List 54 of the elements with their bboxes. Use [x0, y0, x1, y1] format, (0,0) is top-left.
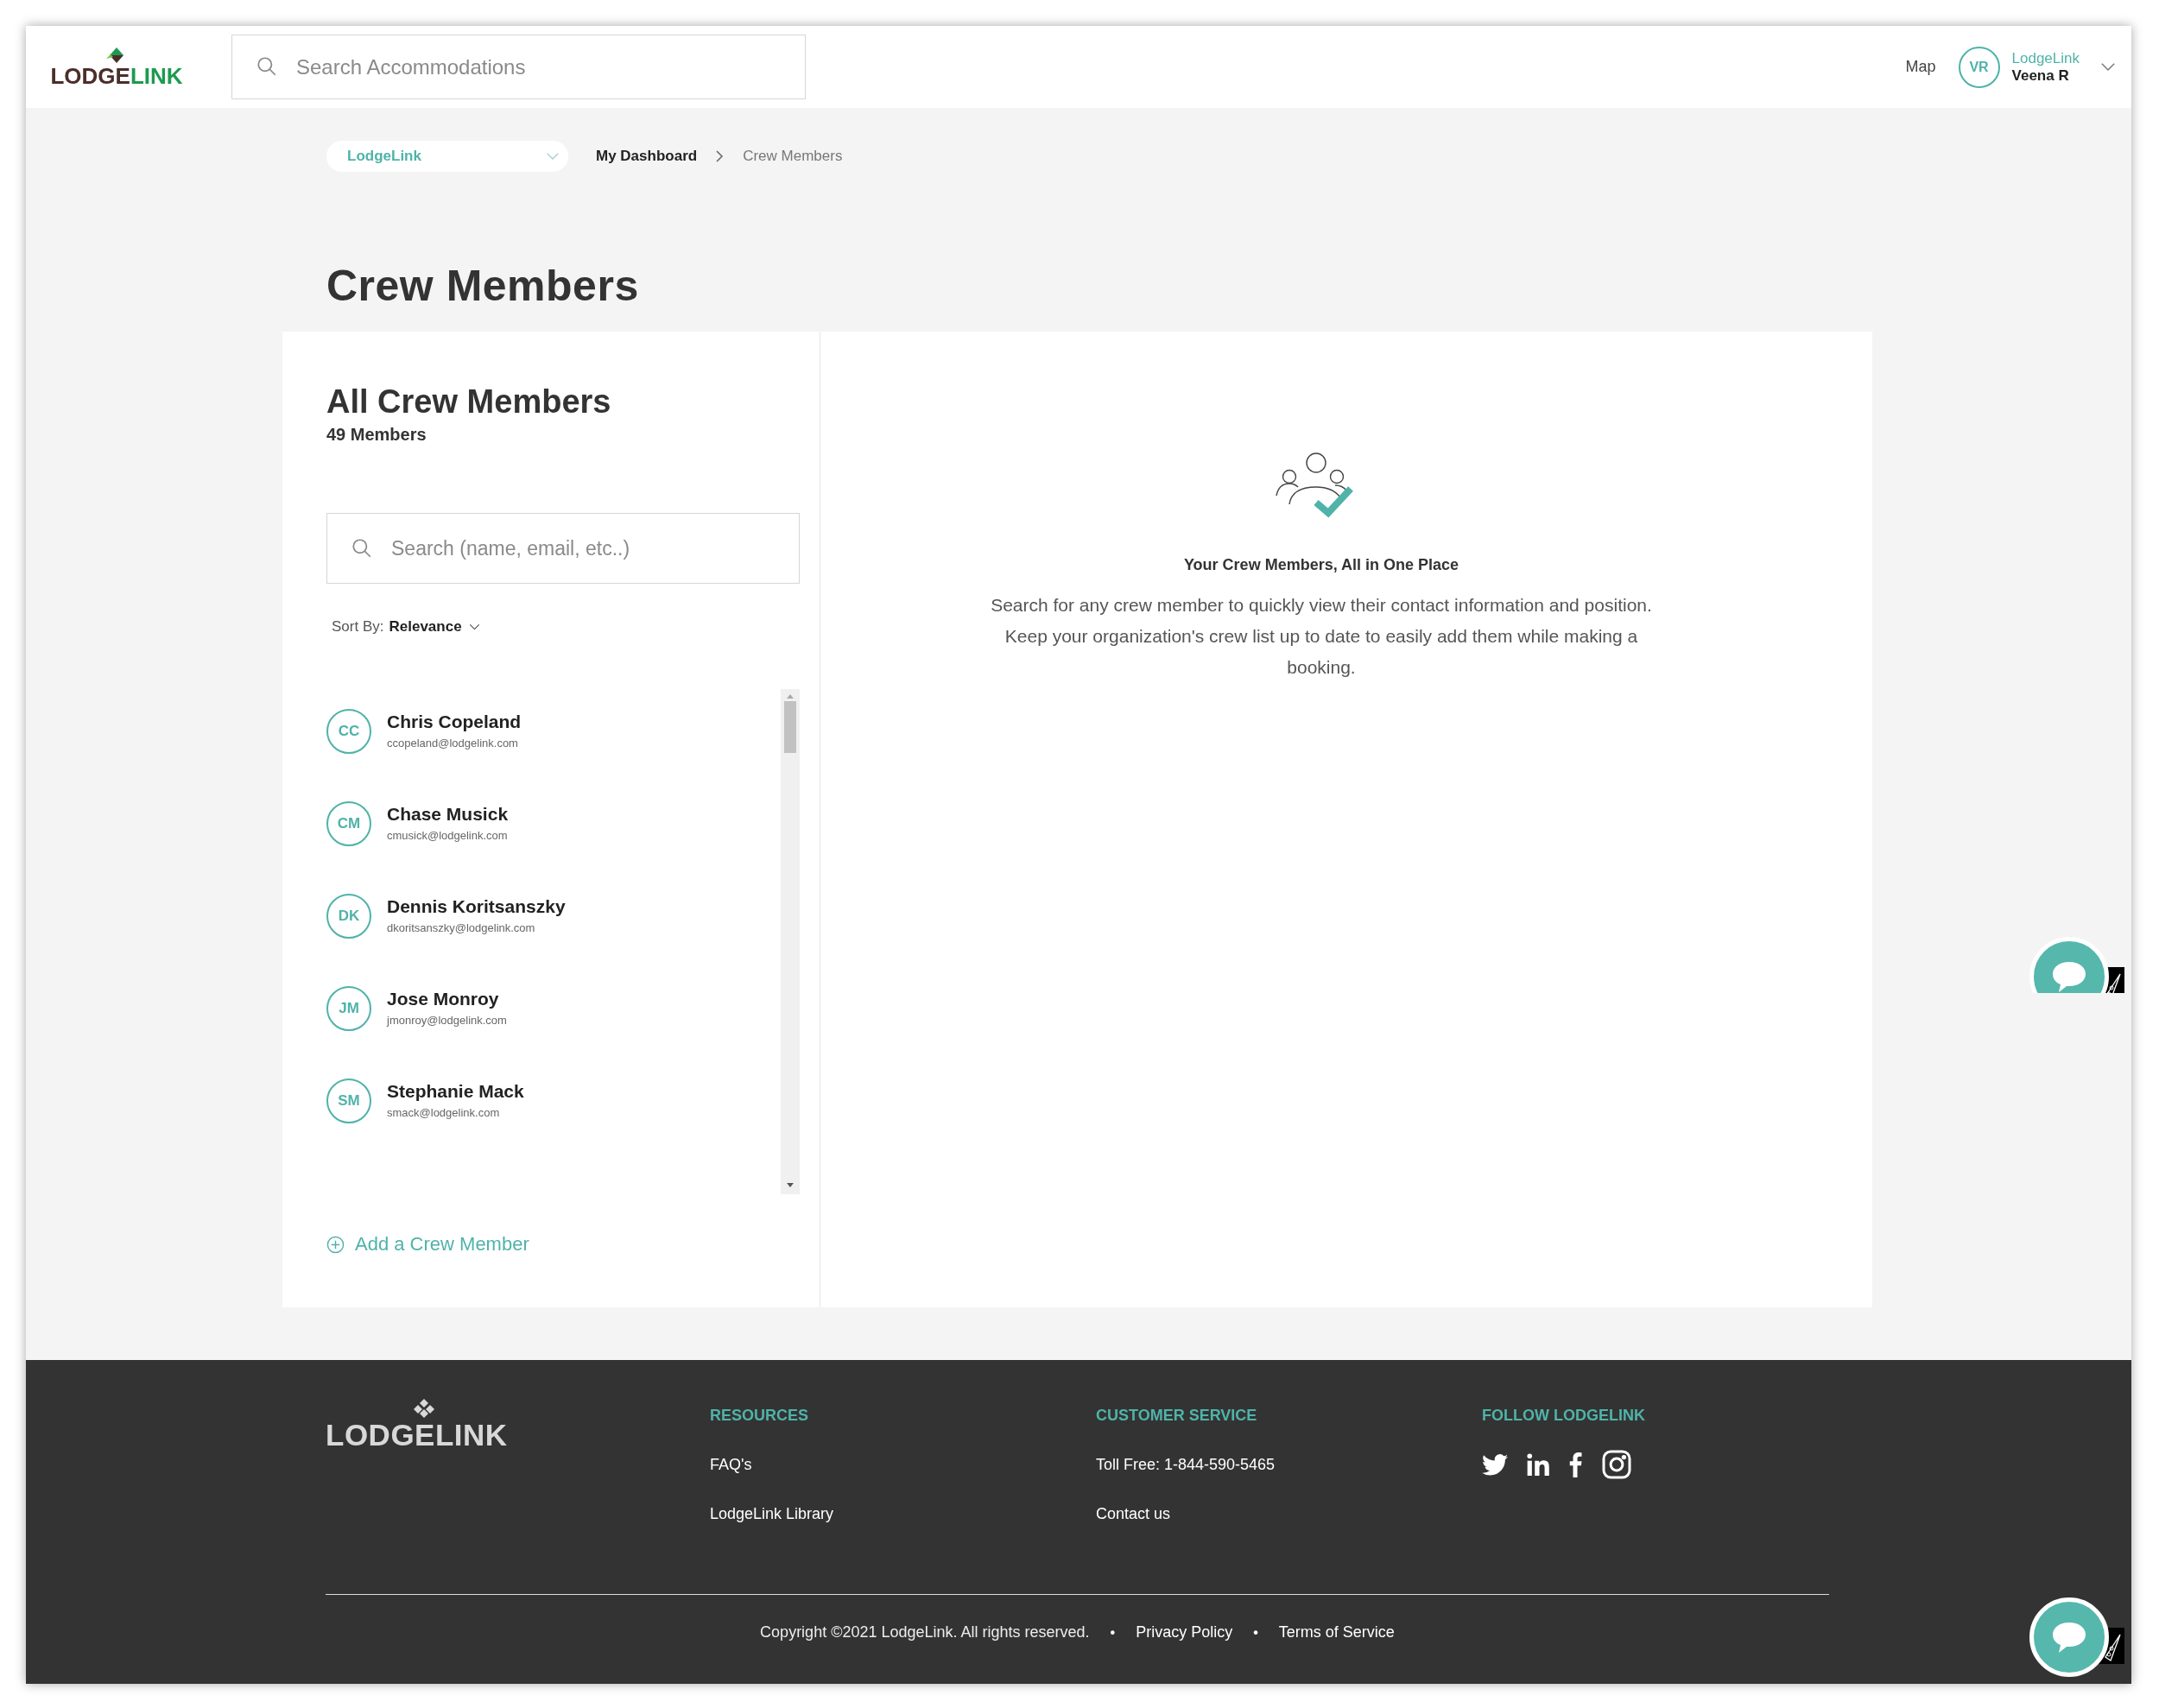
sort-dropdown[interactable]: Relevance	[389, 618, 480, 636]
search-icon	[256, 55, 278, 78]
footer-heading: RESOURCES	[710, 1406, 810, 1425]
member-email: cmusick@lodgelink.com	[387, 828, 509, 844]
page-title: Crew Members	[326, 261, 640, 312]
footer-link[interactable]: LodgeLink Library	[710, 1504, 1096, 1523]
footer-heading: FOLLOW LODGELINK	[1482, 1406, 1646, 1425]
footer-link[interactable]: Contact us	[1096, 1504, 1482, 1523]
member-name[interactable]: Stephanie Mack	[387, 1080, 524, 1103]
map-link[interactable]: Map	[1905, 58, 1936, 76]
footer-link[interactable]: Terms of Service	[1278, 1623, 1395, 1642]
footer-link[interactable]: Toll Free: 1-844-590-5465	[1096, 1455, 1482, 1474]
breadcrumb-link[interactable]: My Dashboard	[596, 148, 698, 165]
breadcrumb-current-page: Crew Members	[743, 148, 843, 165]
member-email: dkoritsanszky@lodgelink.com	[387, 920, 536, 936]
chevron-down-icon	[2100, 62, 2116, 72]
member-email: ccopeland@lodgelink.com	[387, 736, 519, 751]
linkedin-icon[interactable]	[1527, 1453, 1549, 1476]
lodgelink-logo[interactable]: LODGELINK	[326, 1399, 710, 1594]
scrollbar[interactable]	[781, 689, 800, 1194]
user-name: Veena R	[2011, 66, 2070, 85]
member-name[interactable]: Dennis Koritsanszky	[387, 895, 566, 918]
chevron-down-icon	[546, 152, 560, 161]
organization-name: LodgeLink	[2011, 49, 2080, 67]
chevron-down-icon	[468, 623, 480, 630]
member-name[interactable]: Chris Copeland	[387, 711, 522, 733]
copyright-text: Copyright ©2021 LodgeLink. All rights reserved.	[760, 1623, 1090, 1642]
plus-circle-icon	[326, 1235, 345, 1254]
search-icon	[351, 537, 373, 560]
empty-state-text: Search for any crew member to quickly view their contact information and position. Keep your organization's crew list up to date to easily add them while making a booking.	[990, 594, 1653, 679]
footer-heading: CUSTOMER SERVICE	[1096, 1406, 1258, 1425]
member-email: smack@lodgelink.com	[387, 1105, 501, 1121]
footer-link[interactable]: Privacy Policy	[1136, 1623, 1233, 1642]
instagram-icon[interactable]	[1601, 1449, 1632, 1480]
chat-icon	[2050, 1620, 2088, 1654]
member-count: 49 Members	[326, 424, 427, 446]
footer-link[interactable]: FAQ's	[710, 1455, 1096, 1474]
panel-title: All Crew Members	[326, 383, 612, 421]
member-name[interactable]: Chase Musick	[387, 803, 509, 826]
member-name[interactable]: Jose Monroy	[387, 988, 507, 1010]
scrollbar-thumb[interactable]	[784, 701, 796, 753]
bullet-separator: •	[1110, 1624, 1116, 1641]
search-field[interactable]: Search (name, email, etc..)	[326, 513, 800, 584]
lodgelink-logo[interactable]: LODGELINK	[47, 46, 186, 88]
bullet-separator: •	[1253, 1624, 1258, 1641]
facebook-icon[interactable]	[1568, 1452, 1582, 1477]
chat-icon	[2050, 959, 2088, 993]
chevron-right-icon	[716, 150, 725, 162]
twitter-icon[interactable]	[1482, 1453, 1508, 1476]
scroll-down-icon[interactable]	[786, 1182, 795, 1189]
search-field[interactable]: Search Accommodations	[231, 35, 806, 99]
member-email: jmonroy@lodgelink.com	[387, 1013, 507, 1028]
sort-label: Sort By:	[332, 618, 384, 636]
empty-state-heading: Your Crew Members, All in One Place	[1183, 556, 1459, 574]
